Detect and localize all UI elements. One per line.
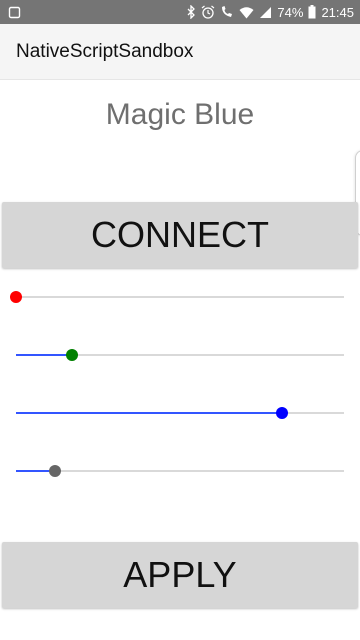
device-name-label: Magic Blue [105, 98, 255, 131]
slider-blue[interactable] [16, 401, 344, 425]
slider-thumb[interactable] [65, 349, 78, 361]
bluetooth-icon [187, 5, 196, 19]
action-bar: NativeScriptSandbox [0, 24, 360, 80]
slider-red[interactable] [10, 285, 344, 309]
signal-icon [259, 6, 272, 19]
battery-percent: 74% [277, 4, 304, 20]
battery-icon [308, 5, 316, 19]
slider-green[interactable] [16, 343, 344, 367]
slider-thumb[interactable] [49, 465, 62, 477]
status-time: 21:45 [321, 4, 354, 20]
slider-fill [16, 412, 282, 414]
slider-fill [16, 354, 72, 356]
slider-gray[interactable] [16, 459, 344, 483]
alarm-icon [201, 5, 215, 19]
wifi-icon [239, 6, 254, 19]
action-bar-title: NativeScriptSandbox [16, 40, 194, 62]
status-right: 74% 21:45 [187, 5, 354, 19]
slider-thumb[interactable] [275, 407, 288, 419]
slider-track [16, 296, 344, 298]
wifi-calling-icon [220, 5, 234, 19]
connect-button[interactable]: CONNECT [2, 202, 358, 268]
apply-button[interactable]: APPLY [2, 542, 358, 608]
status-bar: 74% 21:45 [0, 0, 360, 24]
slider-track [16, 470, 344, 472]
slider-thumb[interactable] [10, 291, 22, 303]
notification-icon [8, 6, 21, 19]
status-left [8, 6, 21, 19]
